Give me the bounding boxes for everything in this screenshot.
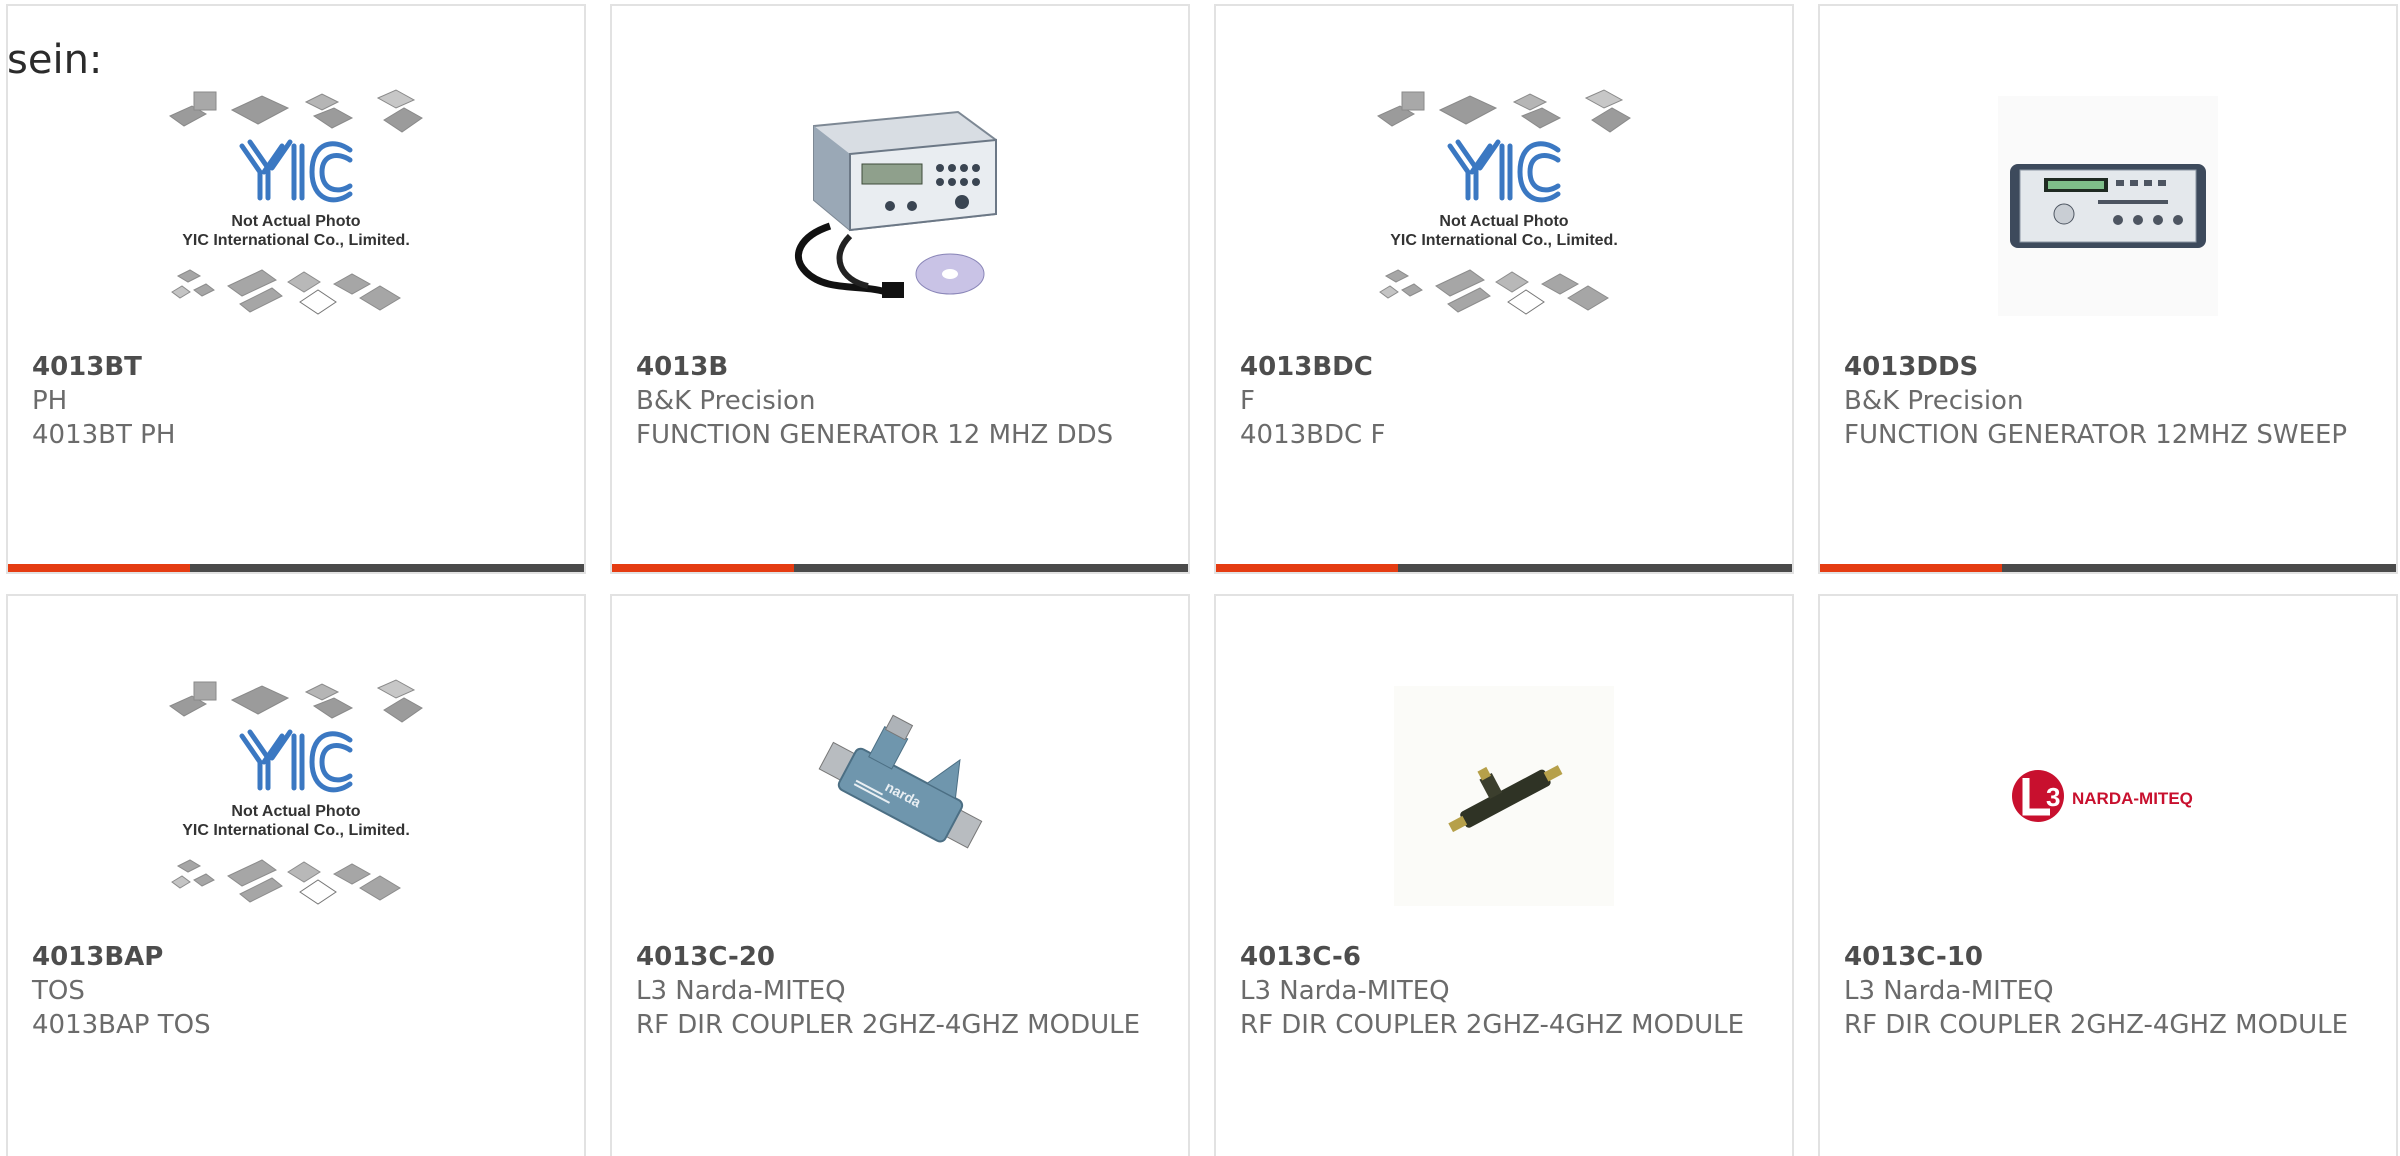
manufacturer: TOS: [32, 976, 85, 1006]
svg-text:Not Actual Photo: Not Actual Photo: [1439, 213, 1568, 230]
l3-narda-miteq-logo-icon: 3 NARDA-MITEQ: [2012, 770, 2193, 822]
description: FUNCTION GENERATOR 12MHZ SWEEP: [1844, 420, 2348, 450]
product-card[interactable]: Not Actual Photo YIC International Co., …: [6, 594, 586, 1156]
part-number-link[interactable]: 4013BAP: [32, 940, 560, 974]
description: FUNCTION GENERATOR 12 MHZ DDS: [636, 420, 1114, 450]
description: RF DIR COUPLER 2GHZ-4GHZ MODULE: [636, 1010, 1141, 1040]
svg-text:Not Actual Photo: Not Actual Photo: [231, 213, 360, 230]
part-number-link[interactable]: 4013BDC: [1240, 350, 1768, 384]
product-card[interactable]: 4013DDS B&K Precision FUNCTION GENERATOR 1…: [1818, 4, 2398, 574]
part-number-link[interactable]: 4013C-10: [1844, 940, 2372, 974]
part-number-link[interactable]: 4013B: [636, 350, 1164, 384]
card-accent-segment: [8, 564, 190, 572]
svg-text:Not Actual Photo: Not Actual Photo: [231, 803, 360, 820]
product-card[interactable]: 3 NARDA-MITEQ 4013C-10 L3 Narda-MITEQ RF DIR…: [1818, 594, 2398, 1156]
card-accent-bar: [612, 564, 1188, 572]
product-info: 4013BT PH 4013BT PH: [32, 350, 560, 452]
product-image[interactable]: [1216, 656, 1792, 936]
card-accent-bar: [8, 564, 584, 572]
product-image[interactable]: [1820, 66, 2396, 346]
product-info: 4013BDC F 4013BDC F: [1240, 350, 1768, 452]
product-card[interactable]: Not Actual Photo YIC International Co., …: [6, 4, 586, 574]
svg-text:YIC International Co., Limited: YIC International Co., Limited.: [182, 822, 410, 839]
product-image[interactable]: Not Actual Photo YIC International Co., …: [1216, 66, 1792, 346]
product-info: 4013C-6 L3 Narda-MITEQ RF DIR COUPLER 2GHZ…: [1240, 940, 1768, 1042]
description: 4013BAP TOS: [32, 1010, 211, 1040]
product-card[interactable]: Not Actual Photo YIC International Co., …: [1214, 4, 1794, 574]
product-image[interactable]: narda: [612, 656, 1188, 936]
product-image[interactable]: [612, 66, 1188, 346]
product-card[interactable]: narda 4013C-20 L3 Narda-MITEQ RF DIR COUPLE…: [610, 594, 1190, 1156]
card-accent-segment: [1216, 564, 1398, 572]
manufacturer: B&K Precision: [636, 386, 816, 416]
small-coupler-icon: [1394, 686, 1614, 906]
yic-placeholder-icon: Not Actual Photo YIC International Co., …: [169, 89, 423, 315]
manufacturer: L3 Narda-MITEQ: [636, 976, 846, 1006]
yic-placeholder-icon: Not Actual Photo YIC International Co., …: [1377, 89, 1631, 315]
part-number-link[interactable]: 4013BT: [32, 350, 560, 384]
product-image[interactable]: 3 NARDA-MITEQ: [1820, 656, 2396, 936]
product-info: 4013BAP TOS 4013BAP TOS: [32, 940, 560, 1042]
product-info: 4013C-20 L3 Narda-MITEQ RF DIR COUPLER 2GH…: [636, 940, 1164, 1042]
manufacturer: F: [1240, 386, 1255, 416]
card-accent-bar: [1216, 564, 1792, 572]
card-accent-bar: [1820, 564, 2396, 572]
product-info: 4013C-10 L3 Narda-MITEQ RF DIR COUPLER 2GH…: [1844, 940, 2372, 1042]
part-number-link[interactable]: 4013DDS: [1844, 350, 2372, 384]
svg-text:YIC International Co., Limited: YIC International Co., Limited.: [1390, 232, 1618, 249]
yic-placeholder-icon: Not Actual Photo YIC International Co., …: [169, 679, 423, 905]
product-image[interactable]: Not Actual Photo YIC International Co., …: [8, 656, 584, 936]
section-heading: sein:: [7, 37, 103, 83]
description: RF DIR COUPLER 2GHZ-4GHZ MODULE: [1240, 1010, 1745, 1040]
card-accent-segment: [1820, 564, 2002, 572]
svg-text:3: 3: [2046, 782, 2060, 812]
directional-coupler-icon: narda: [818, 714, 983, 849]
card-accent-segment: [612, 564, 794, 572]
manufacturer: L3 Narda-MITEQ: [1240, 976, 1450, 1006]
function-generator-icon: [794, 110, 997, 298]
manufacturer: L3 Narda-MITEQ: [1844, 976, 2054, 1006]
manufacturer: B&K Precision: [1844, 386, 2024, 416]
part-number-link[interactable]: 4013C-20: [636, 940, 1164, 974]
product-info: 4013B B&K Precision FUNCTION GENERATOR 12 …: [636, 350, 1164, 452]
description: 4013BT PH: [32, 420, 176, 450]
svg-text:YIC International Co., Limited: YIC International Co., Limited.: [182, 232, 410, 249]
description: 4013BDC F: [1240, 420, 1386, 450]
function-generator-front-icon: [1998, 96, 2218, 316]
svg-text:NARDA-MITEQ: NARDA-MITEQ: [2072, 789, 2193, 808]
product-info: 4013DDS B&K Precision FUNCTION GENERATOR 1…: [1844, 350, 2372, 452]
description: RF DIR COUPLER 2GHZ-4GHZ MODULE: [1844, 1010, 2349, 1040]
manufacturer: PH: [32, 386, 68, 416]
part-number-link[interactable]: 4013C-6: [1240, 940, 1768, 974]
product-image[interactable]: Not Actual Photo YIC International Co., …: [8, 66, 584, 346]
product-card[interactable]: 4013B B&K Precision FUNCTION GENERATOR 12 …: [610, 4, 1190, 574]
product-card[interactable]: 4013C-6 L3 Narda-MITEQ RF DIR COUPLER 2GHZ…: [1214, 594, 1794, 1156]
